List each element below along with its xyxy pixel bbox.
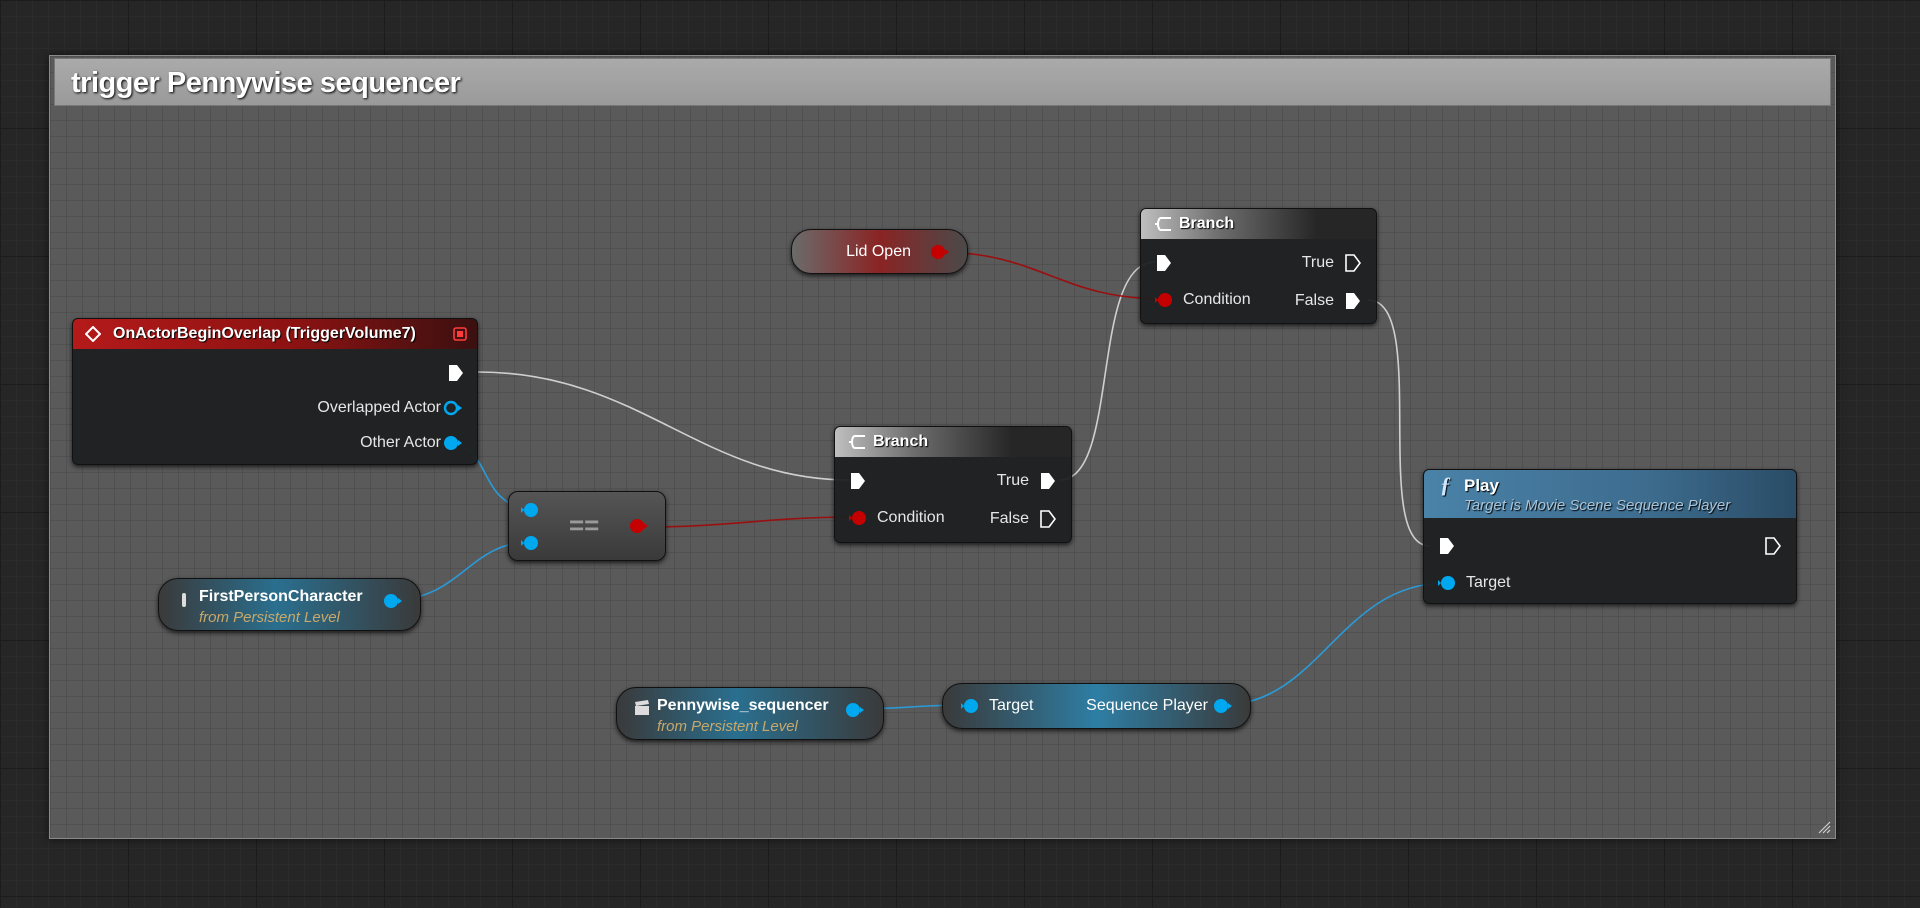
overlapped-actor-label: Overlapped Actor [317,399,441,416]
branch-mid-true-label: True [996,472,1029,489]
sequence-player-out-pin[interactable] [1213,697,1233,715]
branch-top-true-pin[interactable] [1344,253,1362,273]
bool-wire-lid-open [937,251,1164,300]
delegate-pin-icon[interactable] [453,327,467,341]
pennywise-node[interactable]: Pennywise_sequencer from Persistent Leve… [616,687,884,740]
pennywise-label: Pennywise_sequencer [657,697,829,714]
overlapped-actor-pin[interactable] [443,399,463,417]
equals-operator-label: == [569,510,600,540]
exec-out-pin[interactable] [447,363,465,383]
branch-top-false-label: False [1294,292,1334,309]
branch-mid-title: Branch [873,433,929,450]
branch-top-node[interactable]: Branch True Condition False [1140,208,1377,324]
other-actor-label: Other Actor [360,434,441,451]
play-exec-out-pin[interactable] [1764,536,1782,556]
first-person-sub: from Persistent Level [199,609,340,626]
actor-reference-icon [182,593,186,607]
equals-in-b-pin[interactable] [521,534,541,552]
first-person-node[interactable]: FirstPersonCharacter from Persistent Lev… [158,578,421,631]
equals-in-a-pin[interactable] [521,501,541,519]
branch-top-false-pin[interactable] [1344,291,1362,311]
first-person-out-pin[interactable] [383,592,403,610]
branch-top-title: Branch [1179,215,1235,232]
play-title: Play [1464,476,1499,495]
play-subtitle: Target is Movie Scene Sequence Player [1464,497,1731,514]
event-node-title: OnActorBeginOverlap (TriggerVolume7) [113,325,416,342]
exec-wire-branch-false-to-play [1367,299,1431,547]
event-diamond-icon [85,326,101,342]
lid-open-pin[interactable] [930,243,950,261]
play-target-pin[interactable] [1438,574,1458,592]
pennywise-out-pin[interactable] [845,701,865,719]
lid-open-node[interactable]: Lid Open [791,229,968,274]
function-icon: ƒ [1440,472,1451,497]
object-wire-sequence-player [1221,582,1447,706]
pennywise-sub: from Persistent Level [657,718,798,735]
event-node-header[interactable]: OnActorBeginOverlap (TriggerVolume7) [73,319,477,349]
branch-icon [1155,217,1171,231]
play-exec-in-pin[interactable] [1438,536,1456,556]
branch-mid-node[interactable]: Branch True Condition False [834,426,1072,543]
branch-top-exec-in[interactable] [1155,253,1173,273]
branch-mid-condition-label: Condition [877,509,945,526]
first-person-label: FirstPersonCharacter [199,588,363,605]
bool-wire-equals [637,516,859,528]
equals-out-pin[interactable] [629,517,649,535]
sequence-player-target-pin[interactable] [961,697,981,715]
event-node[interactable]: OnActorBeginOverlap (TriggerVolume7) Ove… [72,318,478,465]
sequence-player-out-label: Sequence Player [1086,697,1208,714]
branch-top-condition-label: Condition [1183,291,1251,308]
branch-top-condition-pin[interactable] [1155,291,1175,309]
branch-mid-exec-in[interactable] [849,471,867,491]
branch-top-true-label: True [1301,254,1334,271]
play-node-header[interactable]: ƒ Play Target is Movie Scene Sequence Pl… [1424,470,1796,518]
branch-mid-false-pin[interactable] [1039,509,1057,529]
branch-mid-header[interactable]: Branch [835,427,1071,457]
branch-top-header[interactable]: Branch [1141,209,1376,239]
branch-mid-true-pin[interactable] [1039,471,1057,491]
branch-mid-condition-pin[interactable] [849,509,869,527]
clapperboard-icon [635,700,649,715]
branch-mid-false-label: False [989,510,1029,527]
exec-wire-event-to-branch [477,371,851,481]
other-actor-pin[interactable] [443,434,463,452]
sequence-player-target-label: Target [989,697,1034,714]
lid-open-label: Lid Open [846,243,911,260]
equals-node[interactable]: == [508,491,666,561]
branch-icon [849,435,865,449]
play-target-label: Target [1466,574,1511,591]
play-node[interactable]: ƒ Play Target is Movie Scene Sequence Pl… [1423,469,1797,604]
sequence-player-node[interactable]: Target Sequence Player [942,683,1251,729]
